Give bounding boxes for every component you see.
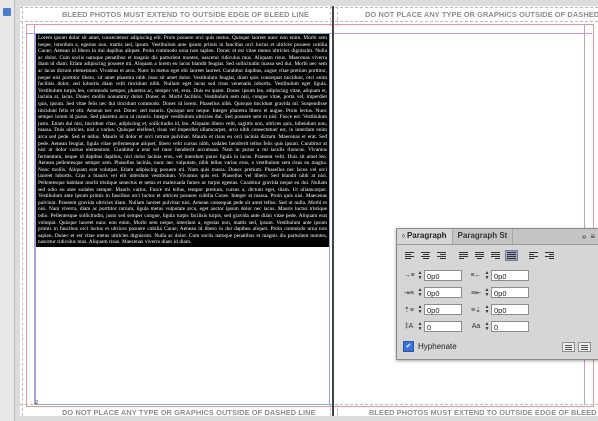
space-after-icon: ≡⇣: [471, 306, 481, 314]
drop-cap-chars-field: Aa ▲ ▼ 0: [470, 321, 529, 332]
last-line-indent-field: ≡⇤ ▲ ▼ 0p0: [470, 287, 529, 298]
right-indent-icon: ≡←: [470, 272, 482, 279]
drop-cap-lines-input[interactable]: 0: [424, 321, 462, 332]
right-indent-stepper[interactable]: ▲ ▼: [483, 270, 491, 281]
vertical-ruler[interactable]: [0, 0, 15, 421]
drop-cap-lines-field: ‡A ▲ ▼ 0: [403, 321, 462, 332]
space-before-icon: ⇡≡: [404, 306, 414, 314]
slug-text-bottom-left: DO NOT PLACE ANY TYPE OR GRAPHICS OUTSID…: [62, 408, 316, 417]
left-indent-stepper[interactable]: ▲ ▼: [416, 270, 424, 281]
hyphenate-checkbox[interactable]: ✔: [403, 341, 414, 352]
space-before-field: ⇡≡ ▲ ▼ 0p0: [403, 304, 462, 315]
grid-align-controls: [562, 342, 591, 352]
drop-cap-row: ‡A ▲ ▼ 0 Aa ▲ ▼ 0: [403, 321, 537, 332]
panel-menu-icon[interactable]: ≡: [590, 232, 595, 241]
ruler-origin-icon[interactable]: [3, 8, 11, 16]
right-indent-input[interactable]: 0p0: [491, 270, 529, 281]
slug-text-top-left: BLEED PHOTOS MUST EXTEND TO OUTSIDE EDGE…: [62, 10, 309, 19]
justify-center-button[interactable]: [473, 250, 486, 261]
tab-paragraph-styles[interactable]: Paragraph St: [453, 229, 514, 244]
hyphenate-label: Hyphenate: [418, 342, 457, 351]
space-before-stepper[interactable]: ▲ ▼: [416, 304, 424, 315]
slug-text-top-right: DO NOT PLACE ANY TYPE OR GRAPHICS OUTSID…: [365, 10, 598, 19]
left-indent-input[interactable]: 0p0: [424, 270, 462, 281]
bleed-guide-top: [20, 21, 598, 22]
slug-guide-center-top-2: [337, 6, 338, 26]
last-line-indent-icon: ≡⇤: [471, 289, 481, 297]
left-indent-field: →≡ ▲ ▼ 0p0: [403, 270, 462, 281]
align-right-button[interactable]: [435, 250, 448, 261]
drop-cap-lines-icon: ‡A: [404, 323, 414, 330]
alignment-row: [403, 250, 559, 261]
spacing-row: ⇡≡ ▲ ▼ 0p0 ≡⇣ ▲ ▼ 0p0: [403, 304, 537, 315]
last-line-indent-stepper[interactable]: ▲ ▼: [483, 287, 491, 298]
tab-paragraph-label: Paragraph: [406, 231, 447, 240]
justify-left-button[interactable]: [457, 250, 470, 261]
spread-spine: [332, 6, 334, 416]
first-line-indent-field: ⇥≡ ▲ ▼ 0p0: [403, 287, 462, 298]
align-toward-spine-button[interactable]: [527, 250, 540, 261]
text-frame[interactable]: Lorem ipsum dolor sit amet, consectetuer…: [35, 33, 330, 405]
align-to-baseline-grid-icon[interactable]: [578, 342, 591, 352]
right-indent-field: ≡← ▲ ▼ 0p0: [470, 270, 529, 281]
first-line-indent-input[interactable]: 0p0: [424, 287, 462, 298]
align-away-spine-button[interactable]: [543, 250, 556, 261]
space-after-stepper[interactable]: ▲ ▼: [483, 304, 491, 315]
drop-cap-chars-stepper[interactable]: ▲ ▼: [483, 321, 491, 332]
space-before-input[interactable]: 0p0: [424, 304, 462, 315]
slug-guide-left: [22, 6, 23, 416]
drop-cap-chars-input[interactable]: 0: [491, 321, 529, 332]
left-indent-icon: →≡: [403, 272, 415, 279]
hyphenate-row: ✔ Hyphenate: [403, 341, 457, 352]
indent-row-2: ⇥≡ ▲ ▼ 0p0 ≡⇤ ▲ ▼ 0p0: [403, 287, 537, 298]
space-after-field: ≡⇣ ▲ ▼ 0p0: [470, 304, 529, 315]
justify-all-button[interactable]: [505, 250, 518, 261]
drop-cap-lines-stepper[interactable]: ▲ ▼: [416, 321, 424, 332]
page-number: 2: [35, 400, 38, 406]
align-center-button[interactable]: [419, 250, 432, 261]
tab-grip-icon: ◊: [402, 234, 405, 240]
last-line-indent-input[interactable]: 0p0: [491, 287, 529, 298]
tab-paragraph-styles-label: Paragraph St: [457, 231, 508, 240]
space-after-input[interactable]: 0p0: [491, 304, 529, 315]
panel-tab-bar: ◊ Paragraph Paragraph St » ≡: [397, 229, 598, 245]
first-line-indent-icon: ⇥≡: [404, 289, 414, 297]
indent-row-1: →≡ ▲ ▼ 0p0 ≡← ▲ ▼ 0p0: [403, 270, 537, 281]
drop-cap-chars-icon: Aa: [471, 323, 481, 330]
align-left-button[interactable]: [403, 250, 416, 261]
paragraph-panel[interactable]: ◊ Paragraph Paragraph St » ≡ →≡ ▲ ▼ 0p0 ≡←…: [396, 228, 598, 360]
body-text-selected[interactable]: Lorem ipsum dolor sit amet, consectetuer…: [36, 34, 329, 247]
slug-text-bottom-right: BLEED PHOTOS MUST EXTEND TO OUTSIDE EDGE…: [369, 408, 598, 417]
collapse-panel-icon[interactable]: »: [582, 232, 586, 241]
panel-controls: » ≡: [582, 229, 598, 244]
do-not-align-to-grid-icon[interactable]: [562, 342, 575, 352]
first-line-indent-stepper[interactable]: ▲ ▼: [416, 287, 424, 298]
tab-paragraph[interactable]: ◊ Paragraph: [397, 229, 453, 244]
slug-guide-center-top: [330, 6, 331, 26]
justify-right-button[interactable]: [489, 250, 502, 261]
slug-guide-top: [20, 7, 598, 8]
